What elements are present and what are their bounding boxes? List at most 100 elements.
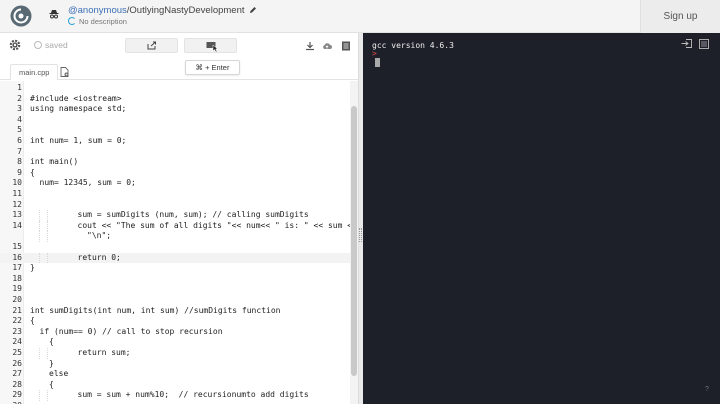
add-file-icon[interactable]: [60, 67, 69, 77]
code-line[interactable]: 25 return sum;: [0, 348, 350, 359]
file-tabs: main.cpp: [0, 60, 362, 80]
code-line[interactable]: 26}: [0, 359, 350, 370]
indent-guide: [38, 390, 40, 401]
code-line[interactable]: 23 if (num== 0) // call to stop recursion: [0, 327, 350, 338]
line-number: 21: [12, 305, 22, 315]
repl-name[interactable]: OutlyingNastyDevelopment: [129, 5, 244, 16]
code-text: return 0;: [77, 252, 121, 262]
code-text: {: [30, 167, 35, 177]
line-number: 20: [12, 295, 22, 304]
code-line[interactable]: 11: [0, 189, 350, 200]
line-number: 16: [12, 252, 22, 262]
code-text: num= 12345, sum = 0;: [39, 178, 136, 188]
code-text: }: [30, 263, 35, 273]
code-line[interactable]: 14 cout << "The sum of all digits "<< num…: [0, 220, 350, 232]
code-line[interactable]: 20: [0, 295, 350, 306]
edit-pencil-icon[interactable]: [249, 6, 257, 14]
repl-logo-icon[interactable]: [10, 5, 32, 27]
code-line[interactable]: 16 return 0;: [0, 252, 350, 264]
code-line[interactable]: 28 {: [0, 380, 350, 391]
line-number: 10: [12, 178, 22, 188]
code-line[interactable]: 7: [0, 147, 350, 158]
code-text: int sumDigits(int num, int sum) //sumDig…: [30, 305, 281, 315]
code-line[interactable]: 9{: [0, 168, 350, 179]
terminal-cursor: [375, 58, 380, 67]
line-number: 12: [12, 199, 22, 209]
indent-guide: [47, 348, 49, 359]
save-status: saved: [34, 40, 68, 50]
code-line[interactable]: 10 num= 12345, sum = 0;: [0, 178, 350, 189]
code-line[interactable]: 15: [0, 242, 350, 253]
code-text: sum = sumDigits (num, sum); // calling s…: [77, 210, 309, 220]
editor-toolbar: saved: [0, 33, 362, 60]
code-text: else: [49, 369, 69, 379]
code-line[interactable]: 1: [0, 83, 350, 94]
code-line[interactable]: 22 {: [0, 316, 350, 327]
help-icon[interactable]: ?: [702, 385, 712, 395]
code-line[interactable]: 6 int num= 1, sum = 0;: [0, 136, 350, 147]
code-line[interactable]: 17}: [0, 263, 350, 274]
line-number: 11: [12, 189, 22, 198]
username-link[interactable]: @anonymous: [68, 5, 127, 16]
line-number: 18: [12, 273, 22, 283]
code-text: "\n";: [87, 231, 112, 241]
line-number: 28: [12, 379, 22, 389]
code-line[interactable]: 29 sum = sum + num%10; // recursionumto a…: [0, 390, 350, 401]
line-number: 4: [17, 114, 22, 124]
line-number: 14: [12, 220, 22, 230]
indent-guide: [38, 220, 40, 232]
run-terminal-icon: [206, 42, 218, 52]
code-line[interactable]: 27 else: [0, 369, 350, 380]
gear-icon[interactable]: [9, 39, 21, 51]
terminal-pane[interactable]: gcc version 4.6.3 > ?: [363, 33, 720, 404]
line-number: 26: [12, 358, 22, 368]
code-line[interactable]: "\n";: [0, 231, 350, 242]
clock-icon: [34, 41, 42, 49]
code-line[interactable]: 3 using namespace std;: [0, 104, 350, 115]
code-line[interactable]: 5: [0, 125, 350, 136]
code-line[interactable]: 4: [0, 115, 350, 126]
anonymous-user-icon: [49, 10, 59, 19]
code-text: {: [49, 379, 54, 389]
code-line[interactable]: 13 sum = sumDigits (num, sum); // calling…: [0, 210, 350, 221]
indent-guide: [38, 348, 40, 359]
run-button[interactable]: [184, 38, 237, 53]
indent-guide: [47, 220, 49, 232]
repl-description[interactable]: No description: [68, 17, 127, 26]
line-number: 15: [12, 242, 22, 251]
code-line[interactable]: 8 int main(): [0, 157, 350, 168]
signup-button[interactable]: Sign up: [640, 0, 720, 33]
line-number: 17: [12, 263, 22, 273]
download-icon[interactable]: [305, 41, 315, 51]
line-number: 5: [17, 125, 22, 135]
exit-icon[interactable]: [681, 39, 692, 48]
code-line[interactable]: 21 int sumDigits(int num, int sum) //sumD…: [0, 306, 350, 317]
code-line[interactable]: 2 #include <iostream>: [0, 94, 350, 105]
repl-title: @anonymous/OutlyingNastyDevelopment: [68, 5, 257, 16]
editor-scrollbar-thumb[interactable]: [351, 106, 357, 376]
code-text: return sum;: [77, 348, 131, 357]
terminal-version-line: gcc version 4.6.3: [372, 41, 454, 50]
code-editor[interactable]: 1 2 #include <iostream> 3 using namespace st…: [0, 81, 350, 404]
code-text: int num= 1, sum = 0;: [30, 136, 127, 145]
code-line[interactable]: 19: [0, 284, 350, 295]
line-number: 1: [17, 83, 22, 92]
code-line[interactable]: 12: [0, 200, 350, 211]
code-line[interactable]: 18: [0, 274, 350, 285]
line-number: 23: [12, 326, 22, 336]
cloud-upload-icon[interactable]: [322, 41, 332, 51]
top-header: @anonymous/OutlyingNastyDevelopment No d…: [0, 0, 720, 33]
code-text: }: [49, 358, 54, 368]
clear-console-icon[interactable]: [699, 39, 709, 49]
tab-main-cpp[interactable]: main.cpp: [10, 64, 59, 80]
line-number: 19: [12, 284, 22, 294]
share-button[interactable]: [125, 38, 178, 53]
files-icon[interactable]: [341, 41, 351, 51]
line-number: 2: [17, 93, 22, 103]
line-number: 25: [12, 348, 22, 357]
pane-divider-grip[interactable]: [359, 228, 362, 242]
line-number: 13: [12, 210, 22, 220]
code-text: {: [30, 316, 35, 326]
code-line[interactable]: 24 {: [0, 337, 350, 348]
indent-guide: [47, 252, 49, 264]
